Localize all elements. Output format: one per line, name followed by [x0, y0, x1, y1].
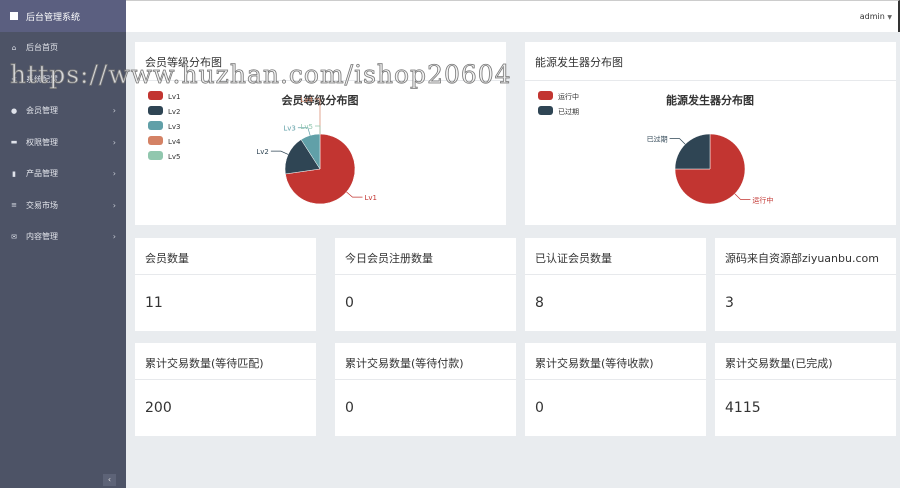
slice-label: Lv2: [256, 148, 269, 156]
stat-value: 0: [345, 295, 354, 311]
legend-label: Lv5: [168, 153, 181, 161]
stat-value: 3: [725, 295, 734, 311]
caret-down-icon: ▼: [887, 14, 892, 21]
stat-value: 8: [535, 295, 544, 311]
sidebar-item[interactable]: ⋖ 系统配置: [0, 64, 126, 96]
chart-panel-member-level: 会员等级分布图 会员等级分布图 Lv1 Lv2 Lv3 Lv4 Lv5 Lv1 Lv2 Lv3 L…: [135, 42, 506, 225]
label-line: [734, 193, 751, 200]
pie-chart: 能源发生器分布图运行中已过期运行中已过期: [538, 91, 773, 204]
sidebar-item-label: 交易市场: [26, 200, 58, 210]
panel-title: 会员等级分布图: [135, 42, 506, 81]
stat-label: 今日会员注册数量: [335, 238, 516, 275]
sidebar-item[interactable]: ⌂ 后台首页: [0, 32, 126, 64]
mail-icon: ✉: [11, 232, 17, 241]
stat-card: 会员数量 11: [135, 238, 316, 331]
sidebar-item-label: 会员管理: [26, 106, 58, 116]
legend-label: 已过期: [558, 107, 579, 116]
chart-panel-generator: 能源发生器分布图 能源发生器分布图 运行中 已过期 运行中 已过期: [525, 42, 896, 225]
label-line: [315, 125, 321, 134]
sidebar-item-label: 系统配置: [26, 74, 58, 84]
stat-card: 累计交易数量(等待匹配) 200: [135, 343, 316, 436]
sidebar-item[interactable]: ✉ 内容管理 ›: [0, 221, 126, 253]
legend-swatch: [148, 91, 163, 100]
chevron-right-icon: ›: [112, 232, 116, 242]
stat-label: 已认证会员数量: [525, 238, 706, 275]
user-icon: ●: [10, 106, 18, 115]
slice-label: 已过期: [647, 135, 668, 144]
pie-chart: 会员等级分布图Lv1Lv2Lv3Lv4Lv5Lv1Lv2Lv3Lv4Lv5: [148, 91, 377, 205]
chevron-right-icon: ›: [112, 106, 116, 116]
stat-value: 200: [145, 400, 172, 416]
legend-label: Lv2: [168, 108, 181, 116]
stat-label: 源码来自资源部ziyuanbu.com: [715, 238, 896, 275]
legend-swatch: [148, 121, 163, 130]
stat-card: 累计交易数量(等待收款) 0: [525, 343, 706, 436]
card-icon: ▬: [10, 138, 18, 147]
username: admin: [859, 12, 885, 21]
sidebar-item[interactable]: ● 会员管理 ›: [0, 95, 126, 127]
label-line: [669, 138, 686, 145]
home-icon: ⌂: [11, 43, 17, 52]
sidebar-item-label: 产品管理: [26, 169, 58, 179]
chart-title: 能源发生器分布图: [666, 93, 754, 107]
chevron-right-icon: ›: [112, 200, 116, 210]
panel-title: 能源发生器分布图: [525, 42, 896, 81]
stat-value: 0: [535, 400, 544, 416]
logo-icon: [10, 12, 18, 20]
legend-swatch: [148, 151, 163, 160]
slice-label: Lv4: [301, 96, 314, 104]
share-icon: ⋖: [11, 75, 17, 84]
sidebar-item[interactable]: ▮ 产品管理 ›: [0, 158, 126, 190]
legend-swatch: [538, 91, 553, 100]
stat-card: 累计交易数量(已完成) 4115: [715, 343, 896, 436]
stat-label: 会员数量: [135, 238, 316, 275]
stat-card: 源码来自资源部ziyuanbu.com 3: [715, 238, 896, 331]
user-menu[interactable]: admin ▼: [860, 12, 892, 21]
chevron-right-icon: ›: [112, 137, 116, 147]
book-icon: ▮: [12, 169, 16, 178]
legend-swatch: [148, 136, 163, 145]
stat-label: 累计交易数量(等待收款): [525, 343, 706, 380]
sidebar-item[interactable]: ▬ 权限管理 ›: [0, 127, 126, 159]
stat-value: 11: [145, 295, 163, 311]
sidebar: 后台管理系统 ⌂ 后台首页 ⋖ 系统配置 ● 会员管理 › ▬ 权限管理 › ▮ 产品管理 › ≡ 交易市场…: [0, 0, 126, 488]
slice-label: Lv5: [301, 123, 314, 131]
sidebar-item-label: 后台首页: [26, 43, 58, 53]
legend-label: Lv1: [168, 93, 181, 101]
legend-swatch: [148, 106, 163, 115]
sidebar-item[interactable]: ≡ 交易市场 ›: [0, 190, 126, 222]
brand-title: 后台管理系统: [26, 12, 81, 23]
label-line: [346, 191, 363, 198]
brand[interactable]: 后台管理系统: [0, 0, 126, 32]
chevron-right-icon: ›: [112, 169, 116, 179]
slice-label: Lv3: [283, 125, 296, 133]
topbar: admin ▼: [126, 0, 900, 32]
stat-card: 今日会员注册数量 0: [335, 238, 516, 331]
stat-card: 已认证会员数量 8: [525, 238, 706, 331]
legend-swatch: [538, 106, 553, 115]
list-icon: ≡: [11, 201, 17, 210]
slice-label: 运行中: [752, 195, 773, 204]
sidebar-item-label: 权限管理: [26, 137, 58, 147]
stat-value: 4115: [725, 400, 761, 416]
legend-label: Lv4: [168, 138, 181, 146]
sidebar-item-label: 内容管理: [26, 232, 58, 242]
collapse-sidebar-button[interactable]: ‹: [103, 474, 116, 486]
label-line: [270, 150, 289, 155]
legend-label: Lv3: [168, 123, 181, 131]
stat-label: 累计交易数量(等待匹配): [135, 343, 316, 380]
stat-label: 累计交易数量(已完成): [715, 343, 896, 380]
slice-label: Lv1: [364, 194, 377, 202]
stat-value: 0: [345, 400, 354, 416]
stat-label: 累计交易数量(等待付款): [335, 343, 516, 380]
legend-label: 运行中: [558, 92, 579, 101]
stat-card: 累计交易数量(等待付款) 0: [335, 343, 516, 436]
